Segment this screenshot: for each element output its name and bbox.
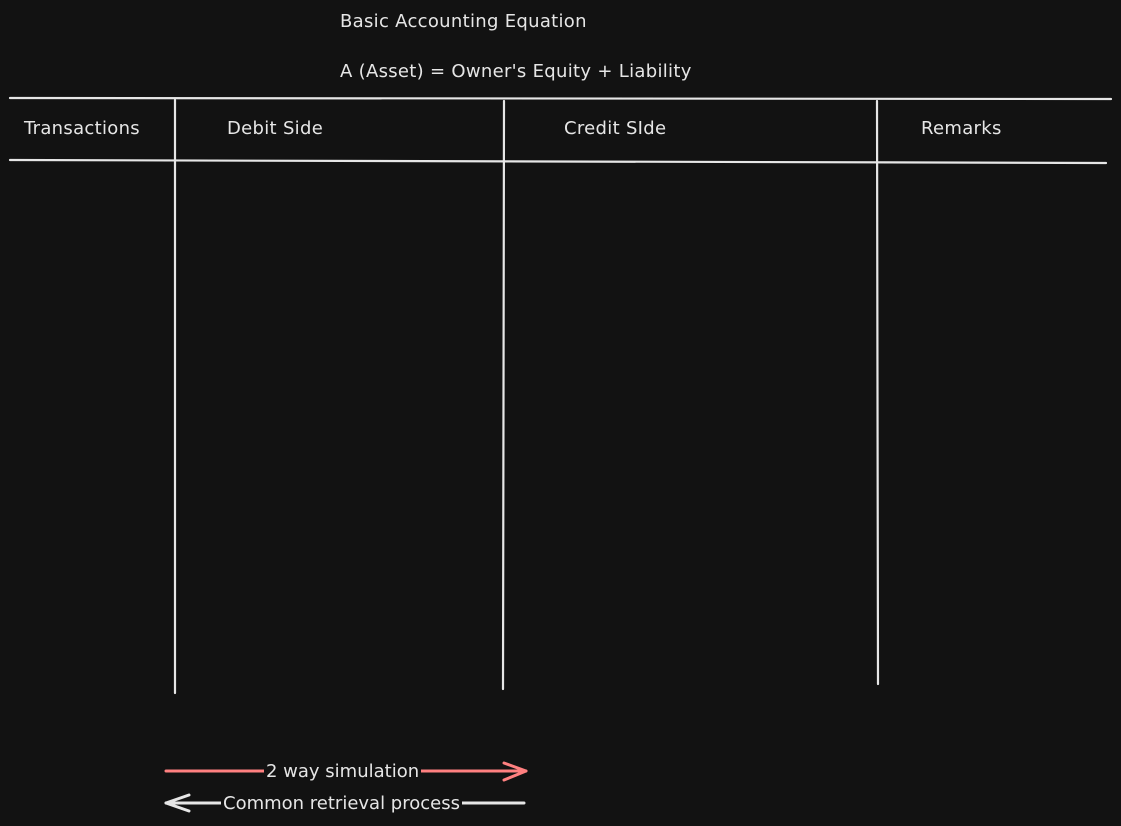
legend-label-two-way-simulation: 2 way simulation (264, 761, 422, 783)
column-header-credit-side: Credit SIde (564, 118, 667, 139)
column-divider-2 (501, 99, 506, 691)
column-header-remarks: Remarks (921, 118, 1002, 139)
column-header-transactions: Transactions (24, 118, 140, 139)
diagram-title: Basic Accounting Equation (340, 11, 587, 32)
column-divider-3 (875, 99, 880, 686)
accounting-equation: A (Asset) = Owner's Equity + Liability (340, 61, 692, 82)
column-header-debit-side: Debit Side (227, 118, 324, 139)
legend-label-common-retrieval: Common retrieval process (221, 793, 462, 815)
column-divider-1 (173, 98, 177, 695)
